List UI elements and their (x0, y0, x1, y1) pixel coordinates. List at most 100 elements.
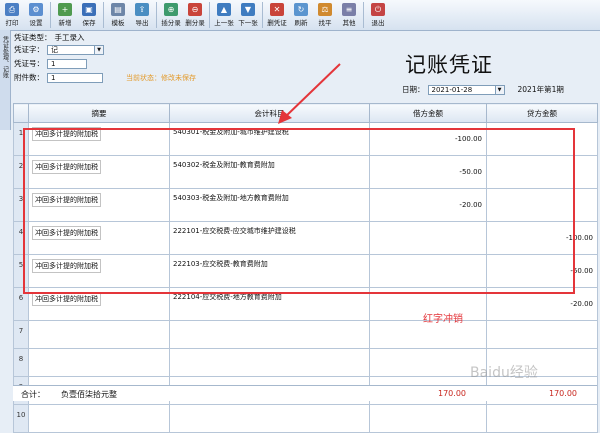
next-button[interactable]: ▼ 下一张 (236, 0, 260, 30)
previous-label: 上一张 (214, 19, 234, 27)
summary-cell[interactable]: 冲回多计提的附加税 (28, 254, 170, 288)
account-text: 222101-应交税费-应交城市维护建设税 (173, 227, 296, 235)
table-row[interactable]: 10 (13, 404, 598, 433)
summary-cell[interactable]: 冲回多计提的附加税 (28, 287, 170, 321)
voucher-word-select[interactable]: 记 (47, 44, 95, 55)
credit-cell[interactable] (486, 188, 598, 222)
annotation-label: 红字冲销 (423, 314, 463, 325)
table-row[interactable]: 7 (13, 320, 598, 349)
insert-row-icon: ⊕ (164, 3, 178, 16)
table-row[interactable]: 6 冲回多计提的附加税 222104-应交税费-地方教育费附加 -20.00 (13, 287, 598, 321)
account-cell[interactable]: 222101-应交税费-应交城市维护建设税 (169, 221, 370, 255)
summary-cell[interactable] (28, 320, 170, 349)
add-label: 新增 (58, 19, 72, 27)
attachments-row: 附件数： 1 当前状态：修改未保存 (14, 72, 196, 83)
debit-cell[interactable] (369, 221, 487, 255)
credit-cell[interactable] (486, 320, 598, 349)
add-button[interactable]: + 新增 (53, 0, 77, 30)
account-text: 222103-应交税费-教育费附加 (173, 260, 268, 268)
template-button[interactable]: ▤ 模板 (106, 0, 130, 30)
voucher-no-input[interactable]: 1 (47, 58, 87, 69)
account-cell[interactable]: 222104-应交税费-地方教育费附加 (169, 287, 370, 321)
insert-entry-label: 插分录 (161, 19, 181, 27)
account-cell[interactable] (169, 404, 370, 433)
summary-cell[interactable]: 冲回多计提的附加税 (28, 155, 170, 189)
delete-entry-label: 删分录 (185, 19, 205, 27)
toolbar: ⎙ 打印 ⚙ 设置 + 新增 ▣ 保存 ▤ 模板 ⇪ 导出 ⊕ 插分录 ⊖ 删分录 ▲ 上一张 ▼… (0, 0, 600, 31)
debit-cell[interactable] (369, 254, 487, 288)
summary-cell[interactable] (28, 404, 170, 433)
account-cell[interactable] (169, 348, 370, 377)
row-number: 10 (13, 404, 29, 433)
credit-cell[interactable] (486, 122, 598, 156)
table-row[interactable]: 4 冲回多计提的附加税 222101-应交税费-应交城市维护建设税 -100.0… (13, 221, 598, 255)
summary-cell[interactable]: 冲回多计提的附加税 (28, 188, 170, 222)
watermark: Baidu经验 (470, 365, 538, 381)
summary-text: 冲回多计提的附加税 (32, 127, 101, 141)
credit-cell[interactable]: -50.00 (486, 254, 598, 288)
delete-voucher-button[interactable]: ✕ 删凭证 (265, 0, 289, 30)
previous-button[interactable]: ▲ 上一张 (212, 0, 236, 30)
row-number: 8 (13, 348, 29, 377)
balance-button[interactable]: ⚖ 找平 (313, 0, 337, 30)
calendar-dropdown-icon[interactable]: ▼ (494, 84, 505, 95)
account-cell[interactable]: 222103-应交税费-教育费附加 (169, 254, 370, 288)
chevron-down-icon[interactable]: ▼ (94, 44, 104, 55)
insert-entry-button[interactable]: ⊕ 插分录 (159, 0, 183, 30)
credit-cell[interactable] (486, 404, 598, 433)
summary-cell[interactable]: 冲回多计提的附加税 (28, 122, 170, 156)
credit-cell[interactable]: -100.00 (486, 221, 598, 255)
debit-cell[interactable] (369, 404, 487, 433)
credit-cell[interactable] (486, 155, 598, 189)
account-cell[interactable] (169, 320, 370, 349)
voucher-table: 摘要 会计科目 借方金额 贷方金额 1 冲回多计提的附加税 540301-税金及… (13, 103, 598, 433)
voucher-word-label: 凭证字： (14, 45, 44, 54)
summary-text: 冲回多计提的附加税 (32, 259, 101, 273)
delete-entry-button[interactable]: ⊖ 删分录 (183, 0, 207, 30)
voucher-word-row: 凭证字： 记 ▼ (14, 44, 104, 55)
account-cell[interactable]: 540302-税金及附加-教育费附加 (169, 155, 370, 189)
export-button[interactable]: ⇪ 导出 (130, 0, 154, 30)
delete-icon: ✕ (270, 3, 284, 16)
voucher-type-row: 凭证类型： 手工录入 (14, 32, 85, 43)
more-icon: ≡ (342, 3, 356, 16)
refresh-button[interactable]: ↻ 刷新 (289, 0, 313, 30)
floppy-disk-icon: ▣ (82, 3, 96, 16)
other-label: 其他 (342, 19, 356, 27)
debit-cell[interactable]: -100.00 (369, 122, 487, 156)
attachments-input[interactable]: 1 (47, 72, 103, 83)
table-row[interactable]: 3 冲回多计提的附加税 540303-税金及附加-地方教育费附加 -20.00 (13, 188, 598, 222)
status-text: 当前状态：修改未保存 (126, 73, 196, 82)
other-button[interactable]: ≡ 其他 (337, 0, 361, 30)
toolbar-separator (50, 2, 51, 28)
side-tab[interactable]: 凭证处理、记账 (0, 30, 11, 130)
date-input[interactable]: 2021-01-28 (427, 84, 496, 95)
credit-header: 贷方金额 (486, 103, 598, 123)
refresh-icon: ↻ (294, 3, 308, 16)
debit-cell[interactable]: -50.00 (369, 155, 487, 189)
credit-cell[interactable]: -20.00 (486, 287, 598, 321)
print-button[interactable]: ⎙ 打印 (0, 0, 24, 30)
account-cell[interactable]: 540301-税金及附加-城市维护建设税 (169, 122, 370, 156)
debit-cell[interactable]: -20.00 (369, 188, 487, 222)
account-header: 会计科目 (169, 103, 370, 123)
settings-label: 设置 (29, 19, 43, 27)
settings-button[interactable]: ⚙ 设置 (24, 0, 48, 30)
debit-cell[interactable] (369, 348, 487, 377)
account-cell[interactable]: 540303-税金及附加-地方教育费附加 (169, 188, 370, 222)
exit-button[interactable]: ⏻ 退出 (366, 0, 390, 30)
arrow-down-icon: ▼ (241, 3, 255, 16)
save-button[interactable]: ▣ 保存 (77, 0, 101, 30)
row-number-header (13, 103, 29, 123)
account-text: 222104-应交税费-地方教育费附加 (173, 293, 282, 301)
table-row[interactable]: 1 冲回多计提的附加税 540301-税金及附加-城市维护建设税 -100.00 (13, 122, 598, 156)
toolbar-separator (363, 2, 364, 28)
page-title: 记账凭证 (405, 53, 493, 77)
summary-cell[interactable]: 冲回多计提的附加税 (28, 221, 170, 255)
table-row[interactable]: 5 冲回多计提的附加税 222103-应交税费-教育费附加 -50.00 (13, 254, 598, 288)
summary-cell[interactable] (28, 348, 170, 377)
table-row[interactable]: 2 冲回多计提的附加税 540302-税金及附加-教育费附加 -50.00 (13, 155, 598, 189)
save-label: 保存 (82, 19, 96, 27)
exit-icon: ⏻ (371, 3, 385, 16)
date-row: 日期： 2021-01-28 ▼ 2021年第1期 (402, 84, 564, 95)
